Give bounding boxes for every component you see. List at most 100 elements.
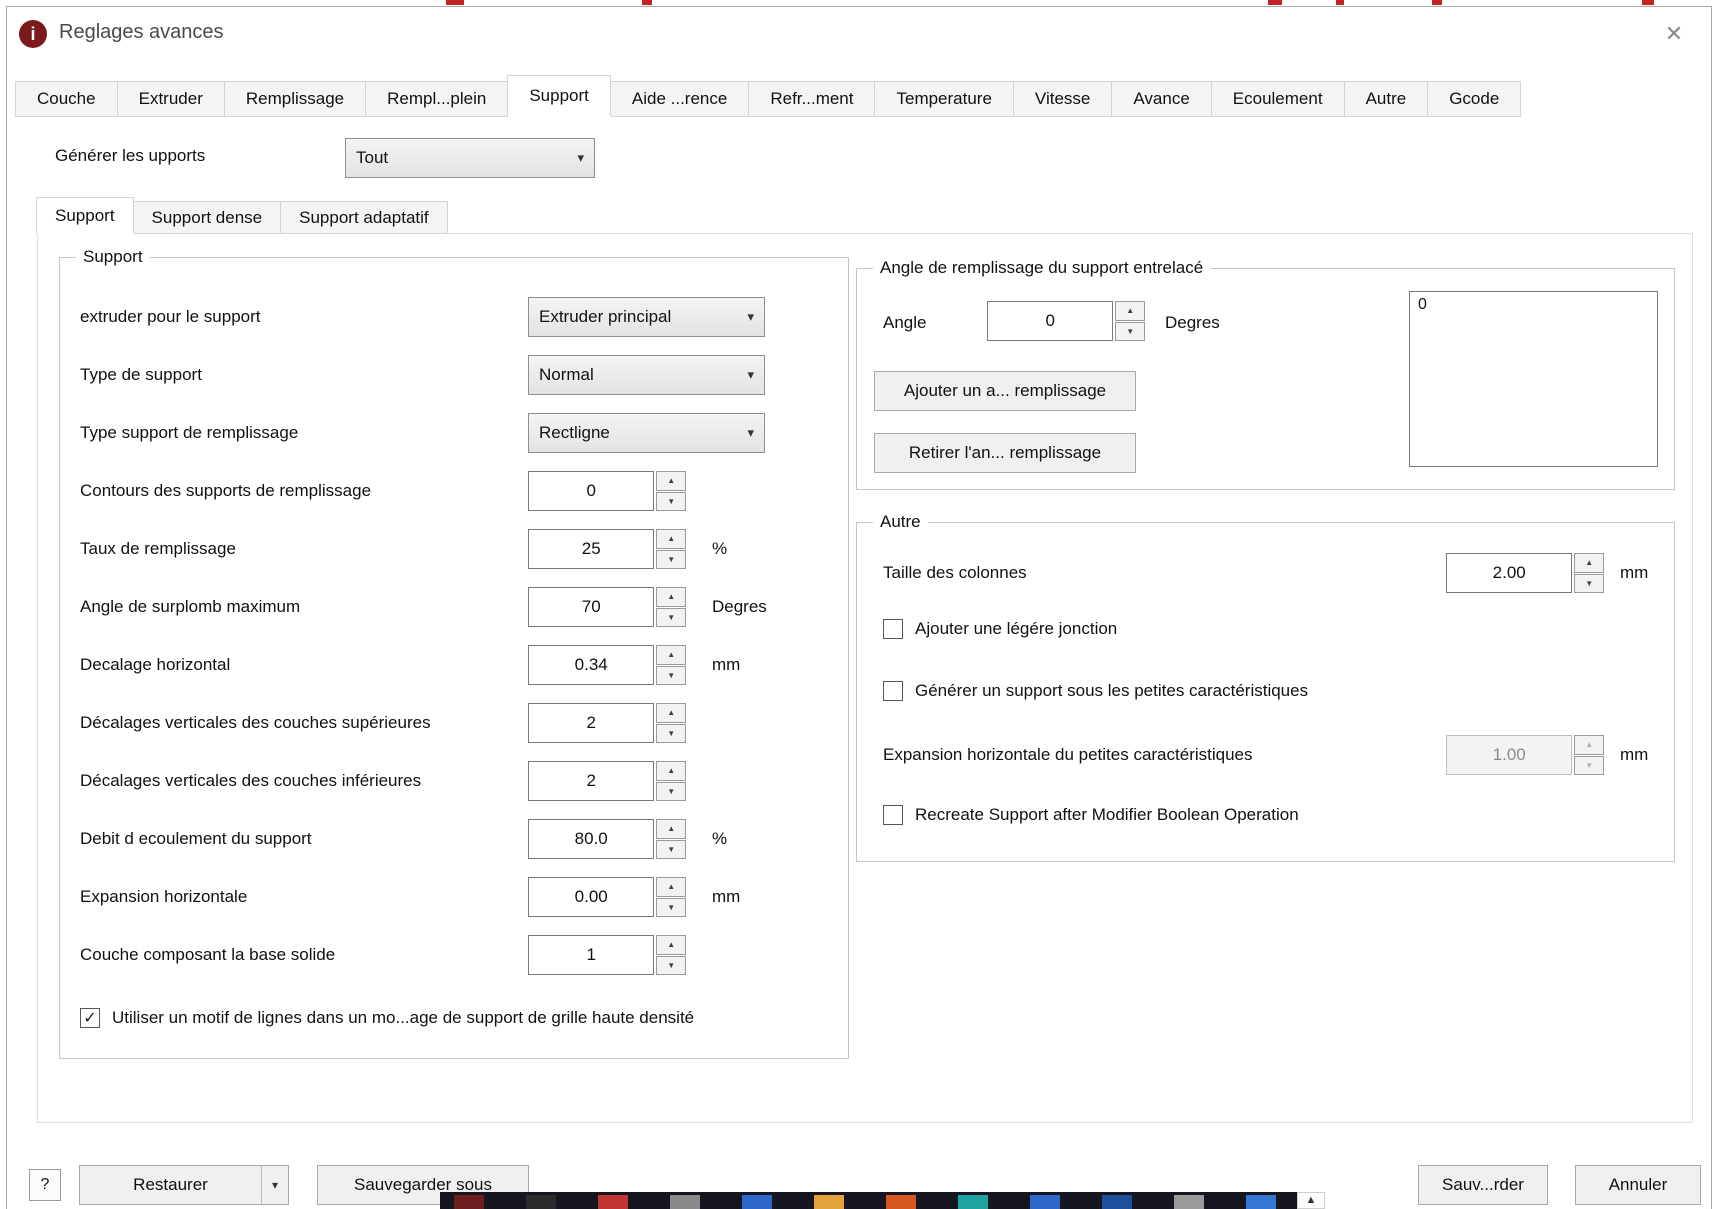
close-icon[interactable]: ✕ xyxy=(1657,19,1691,49)
spin-down-icon[interactable]: ▼ xyxy=(656,549,686,569)
subtab-support[interactable]: Support xyxy=(36,197,134,234)
angle-list[interactable]: 0 xyxy=(1409,291,1658,467)
taskbar-app-icon[interactable] xyxy=(958,1195,988,1209)
subtab-support-dense[interactable]: Support dense xyxy=(133,201,282,234)
spin-down-icon[interactable]: ▼ xyxy=(656,607,686,627)
support-hexp-spinner[interactable]: 0.00 ▲ ▼ xyxy=(528,877,686,917)
support-offset-spinner[interactable]: 0.34 ▲ ▼ xyxy=(528,645,686,685)
support-flow-spinner[interactable]: 80.0 ▲ ▼ xyxy=(528,819,686,859)
spin-down-icon[interactable]: ▼ xyxy=(656,665,686,685)
support-upper-layers-value[interactable]: 2 xyxy=(528,703,655,743)
other-group: Autre Taille des colonnes 2.00 ▲ ▼ mm Ajo… xyxy=(856,512,1675,862)
taskbar-app-icon[interactable] xyxy=(1174,1195,1204,1209)
support-overhang-value[interactable]: 70 xyxy=(528,587,655,627)
taskbar-app-icon[interactable] xyxy=(1030,1195,1060,1209)
support-hexp-value[interactable]: 0.00 xyxy=(528,877,655,917)
screen-artifact xyxy=(1268,0,1282,5)
angle-spinner[interactable]: 0 ▲ ▼ xyxy=(987,301,1145,341)
support-lower-layers-spinner[interactable]: 2 ▲ ▼ xyxy=(528,761,686,801)
support-fields: extruder pour le support Extruder princi… xyxy=(60,288,848,984)
taskbar-app-icon[interactable] xyxy=(526,1195,556,1209)
tab-couche[interactable]: Couche xyxy=(15,81,118,117)
remove-angle-button[interactable]: Retirer l'an... remplissage xyxy=(874,433,1136,473)
title-bar[interactable]: i Reglages avances ✕ xyxy=(7,7,1711,61)
taskbar-app-icon[interactable] xyxy=(454,1195,484,1209)
spin-down-icon[interactable]: ▼ xyxy=(656,723,686,743)
tab-gcode[interactable]: Gcode xyxy=(1428,81,1522,117)
tab-extruder[interactable]: Extruder xyxy=(117,81,225,117)
spin-up-icon[interactable]: ▲ xyxy=(656,471,686,491)
tab-temperature[interactable]: Temperature xyxy=(875,81,1014,117)
spin-up-icon[interactable]: ▲ xyxy=(656,703,686,723)
support-offset-value[interactable]: 0.34 xyxy=(528,645,655,685)
support-infill-pct-value[interactable]: 25 xyxy=(528,529,655,569)
tab-vitesse[interactable]: Vitesse xyxy=(1013,81,1113,117)
recreate-support-checkbox[interactable] xyxy=(883,805,903,825)
tab-refr-ment[interactable]: Refr...ment xyxy=(749,81,876,117)
taskbar-app-icon[interactable] xyxy=(1102,1195,1132,1209)
joint-checkbox[interactable] xyxy=(883,619,903,639)
save-button[interactable]: Sauv...rder xyxy=(1418,1165,1548,1205)
angle-list-item[interactable]: 0 xyxy=(1410,292,1657,318)
spin-up-icon[interactable]: ▲ xyxy=(656,529,686,549)
subtab-support-adaptatif[interactable]: Support adaptatif xyxy=(281,201,448,234)
add-angle-button[interactable]: Ajouter un a... remplissage xyxy=(874,371,1136,411)
support-lower-layers-value[interactable]: 2 xyxy=(528,761,655,801)
taskbar-app-icon[interactable] xyxy=(742,1195,772,1209)
taskbar-app-icon[interactable] xyxy=(886,1195,916,1209)
spin-down-icon[interactable]: ▼ xyxy=(656,491,686,511)
tab-rempl-plein[interactable]: Rempl...plein xyxy=(366,81,509,117)
tab-autre[interactable]: Autre xyxy=(1344,81,1429,117)
spin-down-icon[interactable]: ▼ xyxy=(1574,573,1604,593)
support-offset-label: Decalage horizontal xyxy=(80,655,231,674)
spin-up-icon[interactable]: ▲ xyxy=(656,935,686,955)
cancel-button[interactable]: Annuler xyxy=(1575,1165,1701,1205)
taskbar-app-icon[interactable] xyxy=(814,1195,844,1209)
support-subtab-bar: Support Support dense Support adaptatif xyxy=(36,197,448,234)
spin-down-icon[interactable]: ▼ xyxy=(656,897,686,917)
spin-up-icon[interactable]: ▲ xyxy=(1574,553,1604,573)
generate-supports-dropdown[interactable]: Tout ▾ xyxy=(345,138,595,178)
spin-up-icon[interactable]: ▲ xyxy=(656,877,686,897)
support-overhang-spinner[interactable]: 70 ▲ ▼ xyxy=(528,587,686,627)
support-base-value[interactable]: 1 xyxy=(528,935,655,975)
taskbar-app-icon[interactable] xyxy=(670,1195,700,1209)
support-type-label: Type de support xyxy=(80,365,202,384)
tab-avance[interactable]: Avance xyxy=(1112,81,1212,117)
spin-up-icon[interactable]: ▲ xyxy=(656,819,686,839)
tab-ecoulement[interactable]: Ecoulement xyxy=(1211,81,1345,117)
dense-pattern-checkbox[interactable] xyxy=(80,1008,100,1028)
spin-up-icon[interactable]: ▲ xyxy=(1115,301,1145,321)
spin-down-icon[interactable]: ▼ xyxy=(656,781,686,801)
support-upper-layers-spinner[interactable]: 2 ▲ ▼ xyxy=(528,703,686,743)
taskbar[interactable] xyxy=(440,1192,1297,1209)
support-type-dropdown[interactable]: Normal ▾ xyxy=(528,355,765,395)
pillar-size-spinner[interactable]: 2.00 ▲ ▼ xyxy=(1446,553,1604,593)
support-infill-type-dropdown[interactable]: Rectligne ▾ xyxy=(528,413,765,453)
restore-button[interactable]: Restaurer ▾ xyxy=(79,1165,289,1205)
chevron-down-icon[interactable]: ▾ xyxy=(262,1178,288,1192)
taskbar-app-icon[interactable] xyxy=(598,1195,628,1209)
small-features-checkbox[interactable] xyxy=(883,681,903,701)
spin-down-icon[interactable]: ▼ xyxy=(656,955,686,975)
support-infill-pct-spinner[interactable]: 25 ▲ ▼ xyxy=(528,529,686,569)
support-extruder-dropdown[interactable]: Extruder principal ▾ xyxy=(528,297,765,337)
support-flow-value[interactable]: 80.0 xyxy=(528,819,655,859)
angle-value[interactable]: 0 xyxy=(987,301,1114,341)
tab-remplissage[interactable]: Remplissage xyxy=(224,81,367,117)
support-outline-spinner[interactable]: 0 ▲ ▼ xyxy=(528,471,686,511)
spin-up-icon[interactable]: ▲ xyxy=(656,587,686,607)
help-button[interactable]: ? xyxy=(29,1169,61,1201)
spin-up-icon[interactable]: ▲ xyxy=(656,761,686,781)
spin-down-icon[interactable]: ▼ xyxy=(1115,321,1145,341)
taskbar-app-icon[interactable] xyxy=(1246,1195,1276,1209)
tab-support[interactable]: Support xyxy=(507,75,611,117)
pillar-size-value[interactable]: 2.00 xyxy=(1446,553,1573,593)
field-row: Debit d ecoulement du support 80.0 ▲ ▼ % xyxy=(60,810,848,868)
support-outline-value[interactable]: 0 xyxy=(528,471,655,511)
support-base-spinner[interactable]: 1 ▲ ▼ xyxy=(528,935,686,975)
spin-down-icon[interactable]: ▼ xyxy=(656,839,686,859)
tab-aide-rence[interactable]: Aide ...rence xyxy=(610,81,750,117)
spin-up-icon[interactable]: ▲ xyxy=(656,645,686,665)
taskbar-show-hidden-icon[interactable]: ▲ xyxy=(1297,1192,1325,1209)
